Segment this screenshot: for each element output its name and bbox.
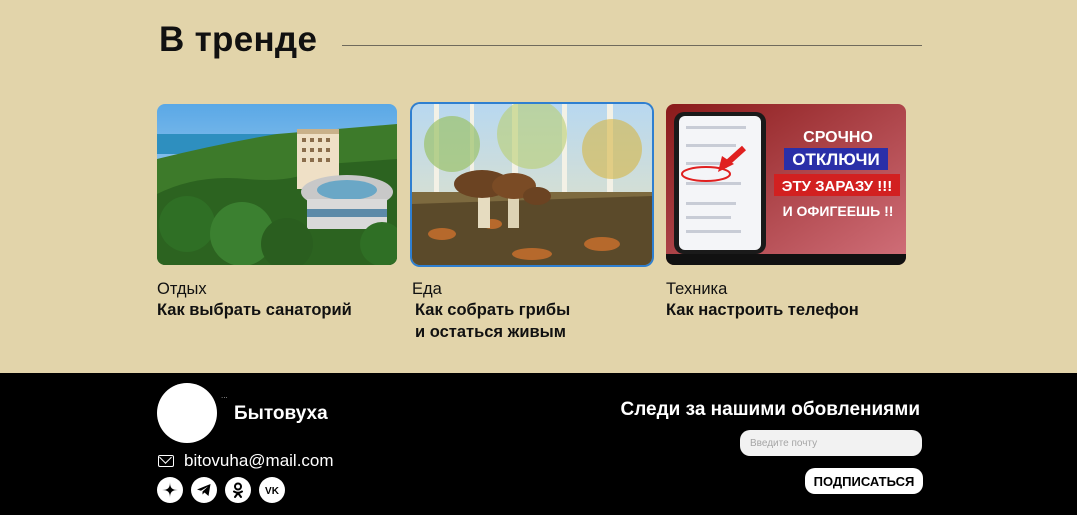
article-card-rest[interactable]: Отдых Как выбрать санаторий (157, 104, 397, 321)
article-card-food[interactable]: Еда Как собрать грибы и остаться живым (412, 104, 652, 343)
section-title: В тренде (159, 20, 318, 59)
mushrooms-image[interactable] (412, 104, 652, 265)
thumbnail-text: И ОФИГЕЕШЬ !! (783, 203, 894, 219)
thumbnail-text: ОТКЛЮЧИ (792, 150, 879, 169)
card-category: Отдых (157, 280, 207, 298)
trending-section: В тренде Отдых Как выбрать санаторий Еда… (0, 0, 1077, 373)
email-input[interactable] (740, 430, 922, 456)
card-category: Еда (412, 280, 442, 298)
article-card-tech[interactable]: СРОЧНО ОТКЛЮЧИ ЭТУ ЗАРАЗУ !!! И ОФИГЕЕШЬ… (666, 104, 906, 321)
social-links: VK (157, 477, 285, 503)
site-footer: ... Бытовуха bitovuha@mail.com VK Следи … (0, 373, 1077, 515)
telegram-icon[interactable] (191, 477, 217, 503)
card-title[interactable]: Как выбрать санаторий (157, 299, 397, 321)
vk-icon[interactable]: VK (259, 477, 285, 503)
brand-name[interactable]: Бытовуха (234, 403, 328, 425)
mail-icon (158, 455, 174, 467)
card-title[interactable]: Как собрать грибы и остаться живым (412, 299, 652, 343)
card-category: Техника (666, 280, 728, 298)
contact-email[interactable]: bitovuha@mail.com (158, 451, 334, 471)
zen-icon[interactable] (157, 477, 183, 503)
thumbnail-text: СРОЧНО (803, 129, 873, 146)
title-divider (342, 45, 922, 46)
email-address[interactable]: bitovuha@mail.com (184, 451, 334, 471)
thumbnail-text: ЭТУ ЗАРАЗУ !!! (782, 178, 892, 195)
brand-logo[interactable] (157, 383, 217, 443)
sanatorium-image[interactable] (157, 104, 397, 265)
logo-dots: ... (221, 391, 228, 400)
odnoklassniki-icon[interactable] (225, 477, 251, 503)
subscribe-heading: Следи за нашими обовлениями (620, 399, 920, 420)
svg-text:VK: VK (265, 486, 280, 497)
card-title[interactable]: Как настроить телефон (666, 299, 906, 321)
phone-thumbnail-image[interactable]: СРОЧНО ОТКЛЮЧИ ЭТУ ЗАРАЗУ !!! И ОФИГЕЕШЬ… (666, 104, 906, 265)
subscribe-button[interactable]: ПОДПИСАТЬСЯ (805, 468, 923, 494)
